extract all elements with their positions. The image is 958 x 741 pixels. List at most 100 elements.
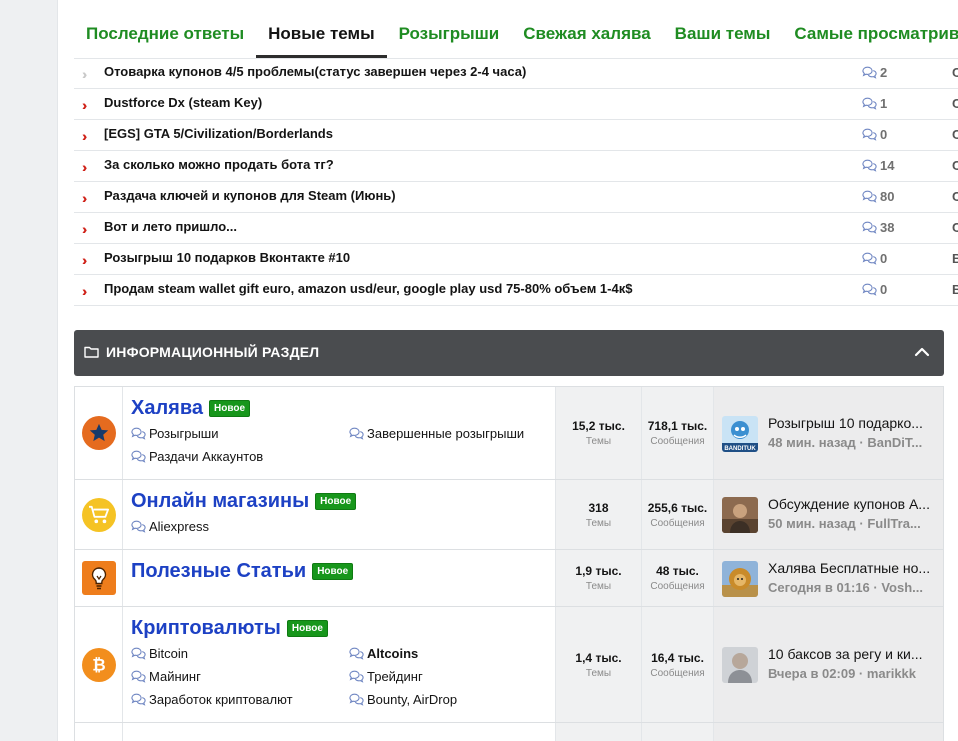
forum-title[interactable]: Криптовалюты	[131, 617, 281, 639]
thread-row[interactable]: ›› За сколько можно продать бота тг? 14 …	[74, 151, 958, 182]
last-post-title[interactable]: Розыгрыш 10 подарко...	[768, 415, 940, 431]
messages-stat	[641, 723, 713, 741]
avatar[interactable]: BANDITUK	[722, 416, 758, 452]
last-poster-initial[interactable]: B	[952, 282, 958, 297]
avatar[interactable]	[722, 497, 758, 533]
reply-count: 0	[862, 282, 887, 297]
last-post: 10 баксов за регу и ки... Вчера в 02:09 …	[713, 607, 943, 722]
forum-row	[75, 723, 943, 741]
last-post: Халява Бесплатные но... Сегодня в 01:16 …	[713, 550, 943, 606]
forum-title[interactable]: Полезные Статьи	[131, 560, 306, 582]
reply-count-value: 2	[880, 65, 888, 80]
last-post-meta[interactable]: Сегодня в 01:16 · Vosh...	[768, 580, 940, 595]
thread-title[interactable]: [EGS] GTA 5/Civilization/Borderlands	[104, 126, 333, 141]
thread-title[interactable]: Раздача ключей и купонов для Steam (Июнь…	[104, 188, 396, 203]
subforum-icon	[131, 427, 146, 440]
thread-title[interactable]: Розыгрыш 10 подарков Вконтакте #10	[104, 250, 350, 265]
tab-most-viewed[interactable]: Самые просматрива	[782, 12, 958, 58]
reply-count-value: 0	[880, 127, 888, 142]
last-post	[713, 723, 943, 741]
forum-title[interactable]: Онлайн магазины	[131, 490, 309, 512]
double-chevron-right-icon: ››	[82, 128, 89, 144]
tab-giveaways[interactable]: Розыгрыши	[387, 12, 512, 58]
subforum-list: Bitcoin Altcoins Майнинг Трейдинг Заработок …	[131, 642, 555, 711]
avatar[interactable]	[722, 561, 758, 597]
messages-label: Сообщения	[650, 436, 705, 447]
threads-count: 1,9 тыс.	[575, 564, 622, 578]
thread-title[interactable]: Продам steam wallet gift euro, amazon us…	[104, 281, 632, 296]
thread-row[interactable]: ›› Розыгрыш 10 подарков Вконтакте #10 0 …	[74, 244, 958, 275]
messages-count: 255,6 тыс.	[647, 500, 708, 515]
avatar[interactable]	[722, 647, 758, 683]
tab-new-threads[interactable]: Новые темы	[256, 12, 387, 58]
tab-your-threads[interactable]: Ваши темы	[663, 12, 783, 58]
last-poster-initial[interactable]: C	[952, 189, 958, 204]
threads-count: 15,2 тыс.	[572, 419, 625, 433]
replies-icon	[862, 252, 877, 265]
subforum-link[interactable]: Трейдинг	[349, 665, 549, 688]
thread-row[interactable]: ›› Продам steam wallet gift euro, amazon…	[74, 275, 958, 306]
last-post-title[interactable]: Обсуждение купонов А...	[768, 496, 940, 512]
double-chevron-right-icon: ››	[82, 221, 89, 237]
reply-count-value: 0	[880, 282, 888, 297]
thread-row[interactable]: ›› [EGS] GTA 5/Civilization/Borderlands …	[74, 120, 958, 151]
thread-row[interactable]: ›› Раздача ключей и купонов для Steam (И…	[74, 182, 958, 213]
replies-icon	[862, 283, 877, 296]
subforum-icon	[349, 670, 364, 683]
replies-icon	[862, 159, 877, 172]
double-chevron-right-icon: ››	[82, 159, 89, 175]
subforum-link[interactable]: Altcoins	[349, 642, 549, 665]
subforum-link[interactable]: Заработок криптовалют	[131, 688, 349, 711]
forum-list: Халява Новое Розыгрыши Завершенные розыгры…	[74, 386, 944, 741]
left-sidebar-gutter	[0, 0, 58, 741]
forum-stats: 318 Темы 255,6 тыс. Сообщения	[555, 480, 713, 549]
last-poster-initial[interactable]: C	[952, 158, 958, 173]
double-chevron-right-icon: ››	[82, 97, 89, 113]
threads-stat: 1,4 тыс. Темы	[555, 607, 641, 722]
subforum-label: Розыгрыши	[149, 426, 219, 441]
messages-stat: 718,1 тыс. Сообщения	[641, 387, 713, 479]
threads-count: 318	[588, 500, 609, 515]
last-post-title[interactable]: Халява Бесплатные но...	[768, 560, 940, 576]
double-chevron-right-icon: ››	[82, 190, 89, 206]
tab-latest-replies[interactable]: Последние ответы	[74, 12, 256, 58]
chevron-up-icon[interactable]	[914, 344, 930, 360]
thread-row[interactable]: ›› Dustforce Dx (steam Key) 1 C	[74, 89, 958, 120]
thread-title[interactable]: За сколько можно продать бота тг?	[104, 157, 334, 172]
threads-stat	[555, 723, 641, 741]
messages-stat: 255,6 тыс. Сообщения	[641, 480, 713, 549]
subforum-label: Altcoins	[367, 646, 419, 661]
last-poster-initial[interactable]: C	[952, 220, 958, 235]
forum-title[interactable]: Халява	[131, 397, 203, 419]
last-poster-initial[interactable]: C	[952, 127, 958, 142]
subforum-icon	[131, 450, 146, 463]
last-post-meta[interactable]: Вчера в 02:09 · marikkk	[768, 666, 940, 681]
threads-count: 1,4 тыс.	[575, 650, 622, 665]
subforum-label: Раздачи Аккаунтов	[149, 449, 264, 464]
last-post-meta[interactable]: 50 мин. назад · FullTra...	[768, 516, 940, 531]
new-badge: Новое	[209, 400, 251, 417]
subforum-link[interactable]: Bounty, AirDrop	[349, 688, 549, 711]
subforum-link[interactable]: Розыгрыши	[131, 422, 349, 445]
forum-icon-cell: ₿	[75, 607, 123, 722]
threads-stat: 318 Темы	[555, 480, 641, 549]
thread-row[interactable]: ›› Вот и лето пришло... 38 C	[74, 213, 958, 244]
messages-stat: 48 тыс. Сообщения	[641, 550, 713, 606]
thread-title[interactable]: Dustforce Dx (steam Key)	[104, 95, 262, 110]
last-poster-initial[interactable]: B	[952, 251, 958, 266]
subforum-link[interactable]: Раздачи Аккаунтов	[131, 445, 349, 468]
last-poster-initial[interactable]: C	[952, 96, 958, 111]
forum-row: Халява Новое Розыгрыши Завершенные розыгры…	[75, 387, 943, 480]
thread-row[interactable]: ›› Отоварка купонов 4/5 проблемы(статус …	[74, 58, 958, 89]
thread-title[interactable]: Вот и лето пришло...	[104, 219, 237, 234]
subforum-link[interactable]: Bitcoin	[131, 642, 349, 665]
last-post-title[interactable]: 10 баксов за регу и ки...	[768, 646, 940, 662]
subforum-label: Aliexpress	[149, 519, 209, 534]
thread-title[interactable]: Отоварка купонов 4/5 проблемы(статус зав…	[104, 64, 526, 79]
last-poster-initial[interactable]: C	[952, 65, 958, 80]
subforum-link[interactable]: Завершенные розыгрыши	[349, 422, 549, 445]
subforum-link[interactable]: Aliexpress	[131, 515, 349, 538]
last-post-meta[interactable]: 48 мин. назад · BanDiT...	[768, 435, 940, 450]
subforum-link[interactable]: Майнинг	[131, 665, 349, 688]
tab-fresh-freebies[interactable]: Свежая халява	[511, 12, 662, 58]
